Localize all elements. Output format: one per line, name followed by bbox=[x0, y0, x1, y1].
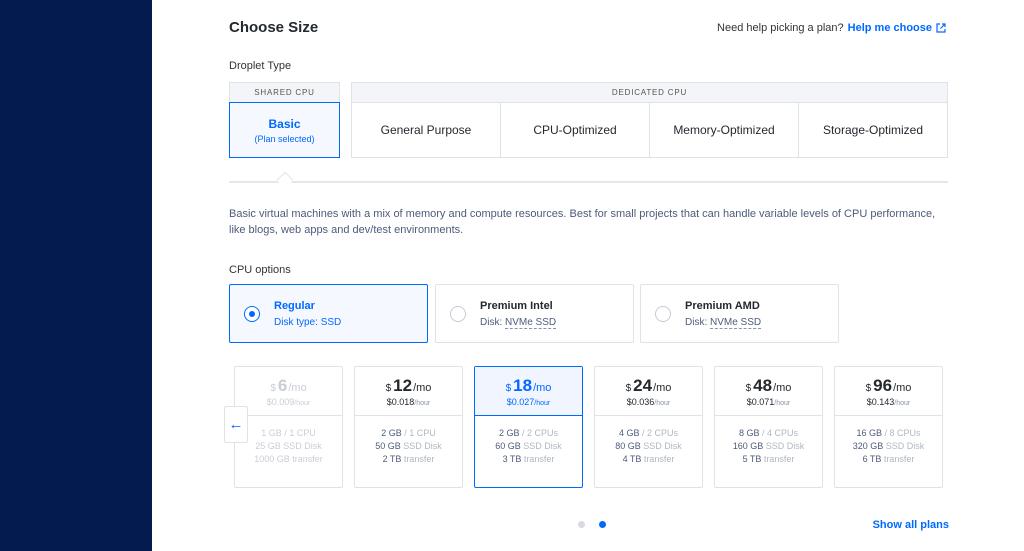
plan-hourly: $0.143/hour bbox=[866, 396, 911, 407]
help-me-choose-link[interactable]: Help me choose bbox=[848, 22, 932, 34]
basic-name: Basic bbox=[268, 116, 301, 131]
droplet-type-storage-optimized[interactable]: Storage-Optimized bbox=[799, 103, 947, 157]
plan-specs: 1 GB / 1 CPU 25 GB SSD Disk 1000 GB tran… bbox=[254, 428, 323, 464]
droplet-type-label: Droplet Type bbox=[229, 60, 292, 72]
carousel-prev-arrow-icon[interactable]: ← bbox=[224, 406, 248, 443]
droplet-type-general-purpose[interactable]: General Purpose bbox=[352, 103, 501, 157]
help-text: Need help picking a plan? bbox=[717, 22, 844, 34]
plan-hourly: $0.009/hour bbox=[266, 396, 311, 407]
plan-hourly: $0.071/hour bbox=[746, 396, 791, 407]
cpu-options-label: CPU options bbox=[229, 264, 291, 276]
cpu-option-disk: Disk: NVMe SSD bbox=[480, 316, 557, 329]
plan-price: $24/mo bbox=[625, 375, 672, 395]
plan-specs: 16 GB / 8 CPUs 320 GB SSD Disk 6 TB tran… bbox=[852, 428, 925, 464]
droplet-type-cpu-optimized[interactable]: CPU-Optimized bbox=[501, 103, 650, 157]
cpu-option-regular[interactable]: Regular Disk type: SSD bbox=[229, 284, 428, 343]
cpu-option-premium-intel[interactable]: Premium Intel Disk: NVMe SSD bbox=[435, 284, 634, 343]
main-content: Choose Size Need help picking a plan? He… bbox=[152, 0, 1024, 551]
plan-card-18[interactable]: $18/mo $0.027/hour 2 GB / 2 CPUs 60 GB S… bbox=[474, 366, 583, 488]
plan-price: $48/mo bbox=[745, 375, 792, 395]
basic-plan-selected: (Plan selected) bbox=[254, 133, 315, 144]
shared-cpu-header: SHARED CPU bbox=[229, 82, 340, 102]
carousel-dot-2[interactable] bbox=[599, 521, 606, 528]
plan-price: $96/mo bbox=[865, 375, 912, 395]
dedicated-cpu-header: DEDICATED CPU bbox=[351, 82, 948, 102]
cpu-option-name: Premium AMD bbox=[685, 299, 760, 312]
page-title: Choose Size bbox=[229, 19, 319, 36]
dedicated-cpu-group: DEDICATED CPU General Purpose CPU-Optimi… bbox=[351, 82, 948, 158]
plan-card-24[interactable]: $24/mo $0.036/hour 4 GB / 2 CPUs 80 GB S… bbox=[594, 366, 703, 488]
cpu-option-premium-amd[interactable]: Premium AMD Disk: NVMe SSD bbox=[640, 284, 839, 343]
plan-card-96[interactable]: $96/mo $0.143/hour 16 GB / 8 CPUs 320 GB… bbox=[834, 366, 943, 488]
help-section: Need help picking a plan? Help me choose bbox=[717, 22, 946, 34]
cpu-option-name: Regular bbox=[274, 299, 315, 312]
droplet-type-memory-optimized[interactable]: Memory-Optimized bbox=[650, 103, 799, 157]
selection-caret-icon bbox=[276, 171, 294, 189]
droplet-type-basic[interactable]: Basic (Plan selected) bbox=[229, 102, 340, 158]
cpu-option-disk: Disk type: SSD bbox=[274, 316, 342, 328]
sidebar bbox=[0, 0, 152, 551]
plan-hourly: $0.027/hour bbox=[506, 396, 551, 407]
plan-card-12[interactable]: $12/mo $0.018/hour 2 GB / 1 CPU 50 GB SS… bbox=[354, 366, 463, 488]
show-all-plans-link[interactable]: Show all plans bbox=[873, 519, 949, 531]
radio-icon[interactable] bbox=[655, 305, 671, 322]
section-divider bbox=[229, 181, 948, 183]
plan-hourly: $0.036/hour bbox=[626, 396, 671, 407]
external-link-icon[interactable] bbox=[936, 23, 946, 33]
plan-specs: 2 GB / 1 CPU 50 GB SSD Disk 2 TB transfe… bbox=[375, 428, 442, 464]
plan-price: $18/mo bbox=[505, 375, 552, 395]
plan-specs: 4 GB / 2 CPUs 80 GB SSD Disk 4 TB transf… bbox=[615, 428, 682, 464]
plan-card-6[interactable]: $6/mo $0.009/hour 1 GB / 1 CPU 25 GB SSD… bbox=[234, 366, 343, 488]
plan-price: $12/mo bbox=[385, 375, 432, 395]
shared-cpu-group: SHARED CPU Basic (Plan selected) bbox=[229, 82, 340, 158]
plan-specs: 8 GB / 4 CPUs 160 GB SSD Disk 5 TB trans… bbox=[732, 428, 805, 464]
plan-specs: 2 GB / 2 CPUs 60 GB SSD Disk 3 TB transf… bbox=[495, 428, 562, 464]
carousel-pagination bbox=[578, 521, 606, 528]
radio-selected-icon[interactable] bbox=[244, 305, 260, 322]
radio-icon[interactable] bbox=[450, 305, 466, 322]
carousel-dot-1[interactable] bbox=[578, 521, 585, 528]
plan-card-48[interactable]: $48/mo $0.071/hour 8 GB / 4 CPUs 160 GB … bbox=[714, 366, 823, 488]
plan-description: Basic virtual machines with a mix of mem… bbox=[229, 208, 936, 236]
plan-price: $6/mo bbox=[270, 375, 307, 395]
cpu-option-name: Premium Intel bbox=[480, 299, 553, 312]
cpu-option-disk: Disk: NVMe SSD bbox=[685, 316, 762, 329]
plan-hourly: $0.018/hour bbox=[386, 396, 431, 407]
